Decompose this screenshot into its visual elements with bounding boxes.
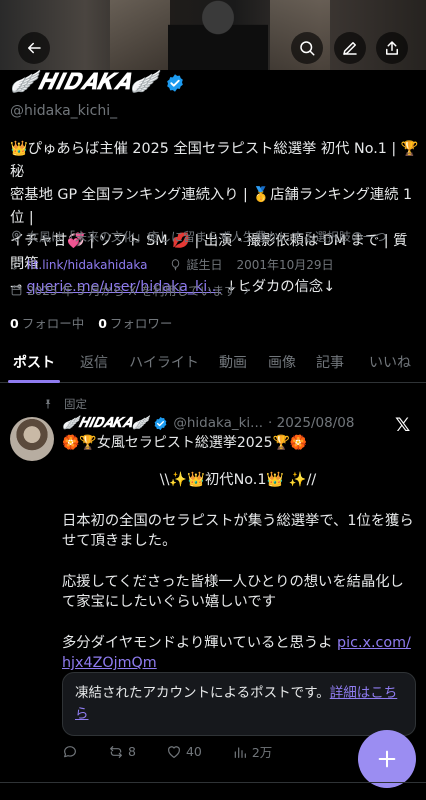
post-avatar[interactable] bbox=[10, 417, 54, 461]
post-author-handle[interactable]: @hidaka_ki... bbox=[173, 415, 263, 431]
views-button[interactable]: 2万 bbox=[232, 742, 272, 761]
tab-replies[interactable]: 返信 bbox=[68, 340, 120, 383]
repost-icon bbox=[110, 745, 122, 758]
edit-button[interactable] bbox=[334, 32, 366, 64]
bio-line: 密基地 GP 全国ランキング連続入り | 🥇店舗ランキング連続 1 位 | bbox=[10, 187, 413, 226]
profile-banner[interactable] bbox=[0, 0, 426, 70]
tab-articles[interactable]: 記事 bbox=[306, 340, 354, 383]
display-name: 🪽𝑯𝑰𝑫𝑨𝑲𝑨🪽 bbox=[10, 70, 159, 95]
post-body[interactable]: \\✨👑初代No.1👑 ✨// 日本初の全国のセラピストが集う総選挙で、1位を獲… bbox=[62, 470, 414, 674]
follow-counts: 0 フォロー中 0 フォロワー bbox=[10, 313, 172, 332]
heart-icon bbox=[168, 745, 180, 758]
profile-location: 女風は「未来の文化」癒しに留まらず人生豊かにする選択肢の一つ bbox=[10, 228, 387, 245]
pinned-indicator: 固定 bbox=[42, 396, 87, 412]
post-actions: 8 40 2万 bbox=[62, 742, 362, 761]
link-icon bbox=[11, 259, 22, 270]
post-date: · 2025/08/08 bbox=[268, 415, 355, 431]
tab-likes[interactable]: いいね bbox=[354, 340, 426, 383]
share-icon bbox=[386, 41, 398, 55]
views-count: 2万 bbox=[251, 745, 273, 760]
like-button[interactable]: 40 bbox=[166, 744, 202, 760]
pinned-label: 固定 bbox=[64, 397, 87, 411]
location-text: 女風は「未来の文化」癒しに留まらず人生豊かにする選択肢の一つ bbox=[27, 230, 387, 244]
banner-figure bbox=[168, 0, 268, 70]
reply-icon bbox=[64, 745, 76, 757]
share-button[interactable] bbox=[376, 32, 408, 64]
post-paragraph: 応援してくださった皆様一人ひとりの想いを結晶化して家宝にしたいぐらい嬉しいです bbox=[62, 573, 404, 611]
tab-highlights[interactable]: ハイライト bbox=[120, 340, 208, 383]
repost-button[interactable]: 8 bbox=[108, 744, 136, 760]
tab-posts[interactable]: ポスト bbox=[0, 340, 68, 383]
verified-badge-icon bbox=[154, 416, 167, 430]
website-link[interactable]: lit.link/hidakahidaka bbox=[27, 258, 147, 272]
profile-name-row: 🪽𝑯𝑰𝑫𝑨𝑲𝑨🪽 bbox=[10, 70, 185, 95]
views-chart-icon bbox=[234, 746, 246, 758]
post-media-link-2[interactable]: hjx4ZOjmQm bbox=[62, 655, 157, 671]
back-button[interactable] bbox=[18, 32, 50, 64]
post-paragraph: 多分ダイヤモンドより輝いていると思うよ pic.x.com/hjx4ZOjmQm bbox=[62, 634, 411, 672]
joined-row[interactable]: 2025 年 5 月から X を利用しています bbox=[10, 282, 253, 299]
post-title-line: \\✨👑初代No.1👑 ✨// bbox=[159, 472, 317, 488]
location-pin-icon bbox=[12, 230, 21, 242]
birthday-value: 2001年10月29日 bbox=[236, 258, 334, 272]
following-link[interactable]: 0 フォロー中 bbox=[10, 313, 84, 332]
joined-text: 2025 年 5 月から X を利用しています bbox=[27, 284, 237, 298]
post-author-name[interactable]: 🪽𝑯𝑰𝑫𝑨𝑲𝑨🪽 bbox=[62, 415, 148, 431]
post-header: 🪽𝑯𝑰𝑫𝑨𝑲𝑨🪽 @hidaka_ki... · 2025/08/08 bbox=[62, 415, 354, 431]
compose-post-button[interactable] bbox=[358, 730, 416, 788]
search-icon bbox=[300, 41, 315, 56]
notice-text: 凍結されたアカウントによるポストです。 bbox=[75, 685, 330, 701]
bio-line: 👑ぴゅあらば主催 2025 全国セラピスト総選挙 初代 No.1 | 🏆秘 bbox=[10, 141, 419, 180]
pin-icon bbox=[45, 399, 51, 409]
post-media-link[interactable]: pic.x.com/ bbox=[337, 635, 411, 651]
post-paragraph: 日本初の全国のセラピストが集う総選挙で、1位を獲らせて頂きました。 bbox=[62, 512, 414, 550]
divider bbox=[0, 782, 426, 783]
profile-handle: @hidaka_kichi_ bbox=[10, 103, 118, 119]
reply-button[interactable] bbox=[62, 744, 78, 760]
followers-link[interactable]: 0 フォロワー bbox=[98, 313, 172, 332]
birthday-label: 誕生日 bbox=[186, 258, 223, 272]
pencil-icon bbox=[343, 42, 357, 55]
chevron-right-icon bbox=[244, 286, 249, 295]
x-logo-icon: 𝕏 bbox=[395, 414, 411, 436]
profile-meta-row: lit.link/hidakahidaka 誕生日 2001年10月29日 bbox=[10, 256, 334, 273]
calendar-icon bbox=[11, 285, 22, 296]
tab-videos[interactable]: 動画 bbox=[208, 340, 258, 383]
repost-count: 8 bbox=[128, 744, 136, 759]
profile-bio: 👑ぴゅあらば主催 2025 全国セラピスト総選挙 初代 No.1 | 🏆秘 密基… bbox=[10, 138, 420, 299]
plus-icon bbox=[378, 750, 396, 768]
like-count: 40 bbox=[185, 744, 202, 759]
profile-tabs: ポスト 返信 ハイライト 動画 画像 記事 いいね bbox=[0, 340, 426, 383]
arrow-left-icon bbox=[28, 42, 41, 54]
post-subtitle: 🏵️🏆女風セラピスト総選挙2025🏆🏵️ bbox=[62, 435, 308, 451]
verified-badge-icon[interactable] bbox=[165, 73, 185, 93]
balloon-icon bbox=[172, 259, 180, 271]
suspended-account-notice: 凍結されたアカウントによるポストです。詳細はこちら bbox=[62, 672, 416, 736]
tab-images[interactable]: 画像 bbox=[258, 340, 306, 383]
search-button[interactable] bbox=[291, 32, 323, 64]
